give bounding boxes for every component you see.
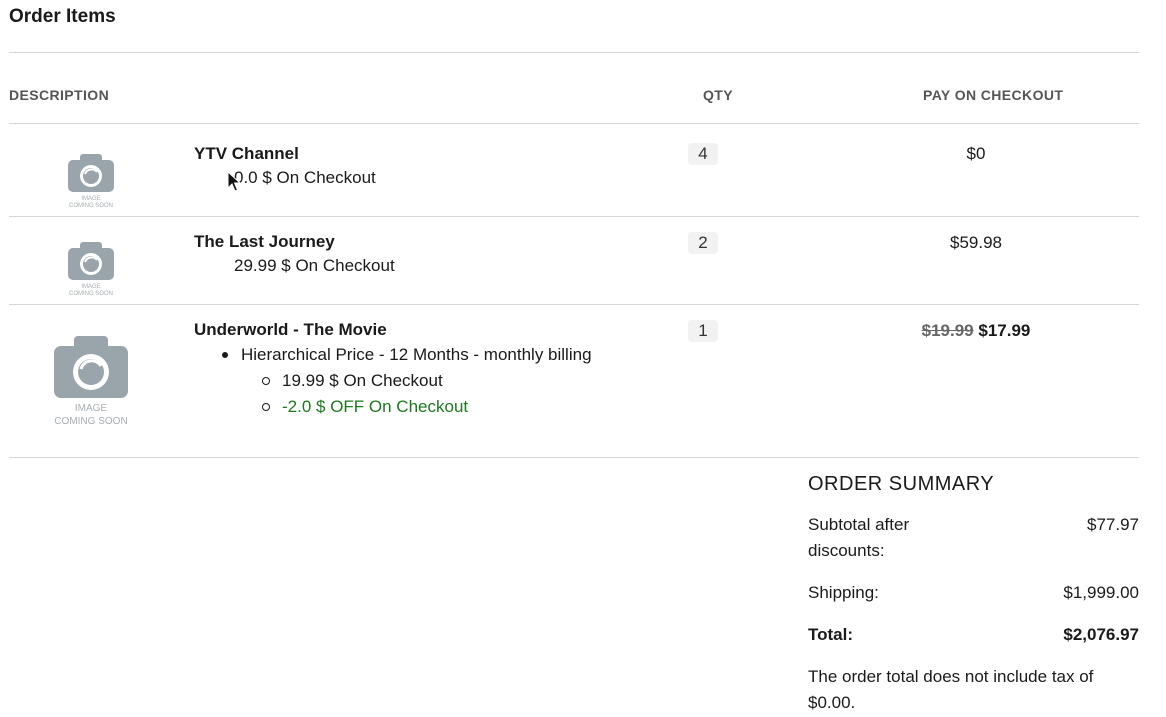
item-name[interactable]: The Last Journey [194, 232, 335, 252]
quantity-value: 4 [688, 143, 718, 165]
divider [9, 304, 1139, 305]
thumbnail-text-line1: IMAGE [75, 403, 108, 414]
column-header-pay: PAY ON CHECKOUT [923, 87, 1064, 103]
image-placeholder-icon: IMAGE COMING SOON [68, 154, 114, 209]
item-name[interactable]: Underworld - The Movie [194, 320, 387, 340]
subtotal-label-line1: Subtotal after [808, 515, 910, 534]
column-header-qty: QTY [703, 87, 733, 103]
order-items-title: Order Items [9, 6, 116, 27]
discount-line: -2.0 $ OFF On Checkout [282, 397, 469, 416]
thumbnail-text-line2: COMING SOON [54, 416, 127, 427]
bullet-icon [222, 352, 228, 358]
quantity-value: 1 [688, 320, 718, 342]
total-label: Total: [808, 625, 854, 644]
image-placeholder-icon: IMAGE COMING SOON [68, 242, 114, 297]
divider [9, 123, 1139, 124]
tax-note-line1: The order total does not include tax of [808, 667, 1094, 686]
subtotal-label-line2: discounts: [808, 541, 885, 560]
divider [9, 457, 1139, 458]
thumbnail-text-line1: IMAGE [81, 196, 100, 202]
discounted-price: $17.99 [978, 321, 1031, 340]
column-header-description: DESCRIPTION [9, 87, 110, 103]
discount-list-item: -2.0 $ OFF On Checkout [262, 397, 468, 417]
thumbnail-text-line1: IMAGE [81, 284, 100, 290]
thumbnail-text-line2: COMING SOON [69, 203, 113, 209]
price-list-item: 19.99 $ On Checkout [262, 371, 443, 391]
original-price: $19.99 [921, 321, 974, 340]
item-price-note: 0.0 $ On Checkout [234, 168, 376, 187]
order-summary-title: ORDER SUMMARY [808, 473, 995, 495]
subtotal-value: $77.97 [1087, 515, 1139, 534]
circle-bullet-icon [262, 403, 270, 411]
divider [9, 52, 1139, 53]
price-line: 19.99 $ On Checkout [282, 371, 443, 390]
tax-note-line2: $0.00. [808, 693, 856, 712]
image-placeholder-icon: IMAGE COMING SOON [54, 336, 128, 427]
item-price-note: 29.99 $ On Checkout [234, 256, 395, 275]
item-pay-amount: $59.98 [950, 233, 1002, 252]
plan-list-item: Hierarchical Price - 12 Months - monthly… [222, 345, 592, 365]
shipping-label: Shipping: [808, 583, 879, 602]
circle-bullet-icon [262, 377, 270, 385]
item-pay-amount: $0 [966, 144, 986, 163]
item-name[interactable]: YTV Channel [194, 144, 299, 164]
thumbnail-text-line2: COMING SOON [69, 291, 113, 297]
mouse-cursor-icon [227, 171, 241, 192]
divider [9, 216, 1139, 217]
shipping-value: $1,999.00 [1063, 583, 1139, 602]
quantity-value: 2 [688, 232, 718, 254]
total-value: $2,076.97 [1063, 625, 1139, 644]
plan-label: Hierarchical Price - 12 Months - monthly… [241, 345, 592, 364]
item-pay-amount-group: $19.99 $17.99 [870, 321, 1082, 341]
